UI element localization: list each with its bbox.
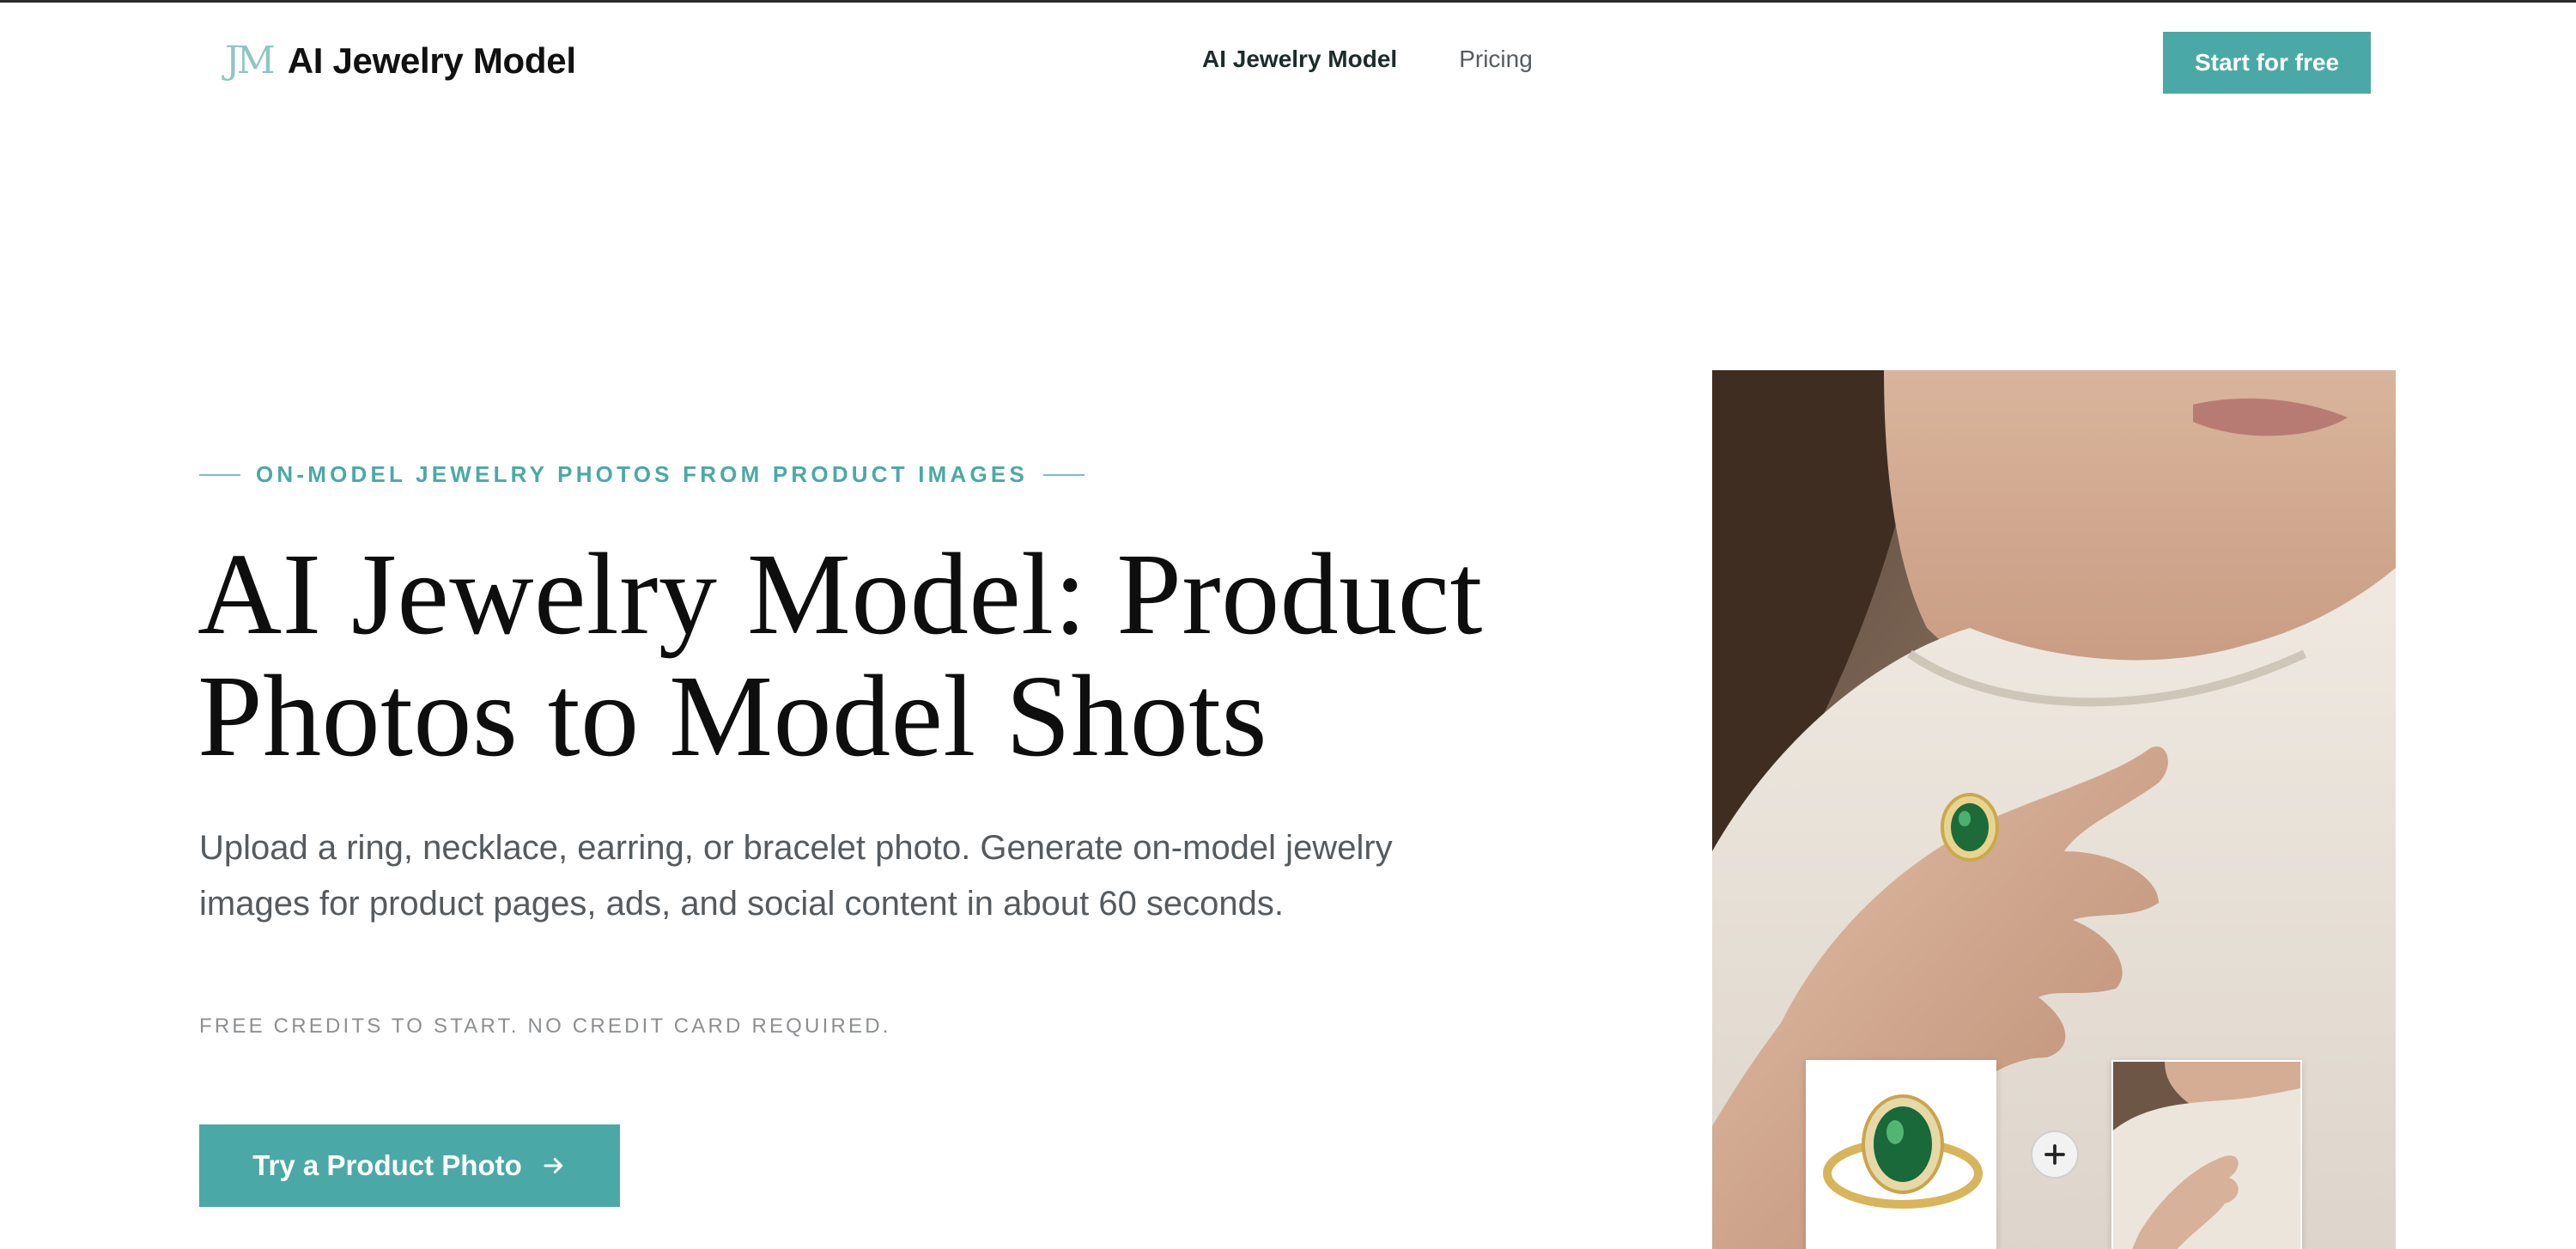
product-photo-thumbnail [1806,1060,1996,1249]
brand[interactable]: JM AI Jewelry Model [225,35,576,87]
page-title-line-1: AI Jewelry Model: Product [197,530,1483,659]
arrow-right-icon [544,1158,563,1173]
brand-name: AI Jewelry Model [287,40,576,81]
page-title-line-2: Photos to Model Shots [197,652,1268,781]
start-for-free-button[interactable]: Start for free [2163,32,2371,94]
eyebrow: ON-MODEL JEWELRY PHOTOS FROM PRODUCT IMA… [199,461,1085,488]
try-product-photo-button[interactable]: Try a Product Photo [199,1124,620,1207]
nav-link-ai-jewelry-model[interactable]: AI Jewelry Model [1202,46,1397,73]
hero-description: Upload a ring, necklace, earring, or bra… [199,829,1393,923]
model-result-illustration [2113,1062,2300,1249]
try-product-photo-label: Try a Product Photo [252,1149,522,1181]
eyebrow-rule-left [199,473,240,476]
page: JM AI Jewelry Model AI Jewelry Model Pri… [0,0,2576,1249]
logo-mark: JM [225,39,276,82]
plus-icon [2044,1144,2065,1165]
top-nav: JM AI Jewelry Model AI Jewelry Model Pri… [0,3,2576,123]
model-result-thumbnail [2111,1060,2302,1249]
free-credits-note: FREE CREDITS TO START. NO CREDIT CARD RE… [199,1014,891,1038]
ring-product-illustration [1807,1062,1995,1249]
nav-links: AI Jewelry Model Pricing [1202,46,1533,73]
combine-badge [2031,1130,2079,1179]
page-title: AI Jewelry Model: Product Photos to Mode… [197,533,1571,777]
eyebrow-rule-right [1043,473,1085,476]
eyebrow-text: ON-MODEL JEWELRY PHOTOS FROM PRODUCT IMA… [256,461,1029,487]
nav-link-pricing[interactable]: Pricing [1459,46,1533,73]
